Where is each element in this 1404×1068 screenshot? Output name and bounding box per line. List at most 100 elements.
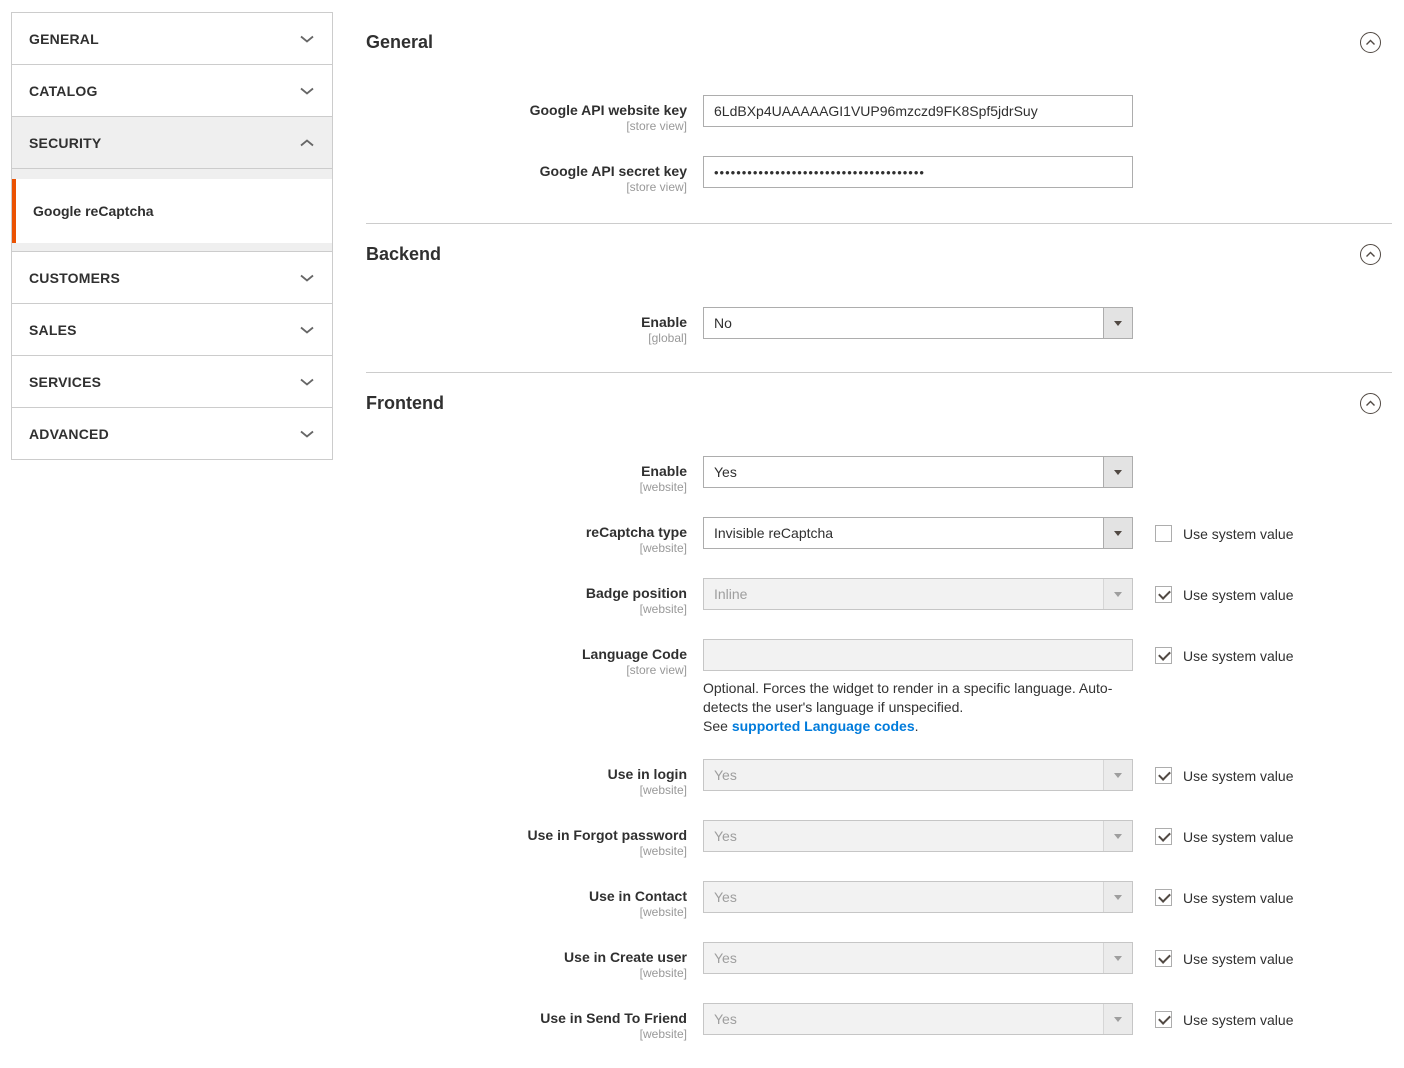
language-code-input xyxy=(703,639,1133,671)
field-label: Google API secret key xyxy=(539,163,687,179)
dropdown-arrow-icon xyxy=(1103,760,1132,790)
google-api-website-key-input[interactable] xyxy=(703,95,1133,127)
field-label: Use in login xyxy=(607,766,687,782)
field-row: Use in Forgot password [website] Yes Use… xyxy=(366,820,1392,858)
use-system-value-checkbox[interactable] xyxy=(1155,950,1172,967)
sidebar-section-label: CATALOG xyxy=(29,82,98,99)
field-scope: [website] xyxy=(639,1027,687,1041)
use-system-value-label: Use system value xyxy=(1183,647,1294,664)
sidebar-section-label: SECURITY xyxy=(29,134,102,151)
chevron-down-icon xyxy=(300,82,314,100)
section-backend: Backend Enable [global] No xyxy=(366,224,1392,373)
collapse-section-button[interactable] xyxy=(1360,31,1381,53)
field-scope: [store view] xyxy=(626,180,687,194)
field-row: Language Code [store view] Optional. For… xyxy=(366,639,1392,736)
field-label: Badge position xyxy=(585,585,687,601)
field-scope: [store view] xyxy=(626,119,687,133)
use-system-value-checkbox[interactable] xyxy=(1155,828,1172,845)
section-frontend: Frontend Enable [website] Yes reCaptcha … xyxy=(366,373,1392,1068)
sidebar-section-general[interactable]: GENERAL xyxy=(12,13,332,65)
use-system-value-label: Use system value xyxy=(1183,525,1294,542)
field-row: Badge position [website] Inline Use syst… xyxy=(366,578,1392,616)
backend-enable-select[interactable]: No xyxy=(703,307,1133,339)
dropdown-arrow-icon xyxy=(1103,579,1132,609)
sidebar-section-sales[interactable]: SALES xyxy=(12,304,332,356)
dropdown-arrow-icon xyxy=(1103,308,1132,338)
chevron-up-icon xyxy=(1365,33,1376,51)
use-in-login-select: Yes xyxy=(703,759,1133,791)
sidebar-item-google-recaptcha[interactable]: Google reCaptcha xyxy=(12,179,332,243)
section-title-general: General xyxy=(366,32,434,52)
use-system-value-label: Use system value xyxy=(1183,828,1294,845)
supported-language-codes-link[interactable]: supported Language codes xyxy=(732,718,915,734)
select-value: No xyxy=(714,315,732,331)
sidebar-section-label: GENERAL xyxy=(29,30,99,47)
sidebar-section-customers[interactable]: CUSTOMERS xyxy=(12,252,332,304)
sidebar-section-services[interactable]: SERVICES xyxy=(12,356,332,408)
use-system-value-checkbox[interactable] xyxy=(1155,767,1172,784)
google-api-secret-key-input[interactable] xyxy=(703,156,1133,188)
section-general: General Google API website key [store vi… xyxy=(366,0,1392,224)
field-row: Use in Create user [website] Yes Use sys… xyxy=(366,942,1392,980)
use-system-value-checkbox[interactable] xyxy=(1155,586,1172,603)
field-row: Enable [website] Yes xyxy=(366,456,1392,494)
use-system-value-checkbox[interactable] xyxy=(1155,525,1172,542)
field-label: Use in Create user xyxy=(564,949,687,965)
chevron-down-icon xyxy=(300,321,314,339)
chevron-down-icon xyxy=(300,269,314,287)
field-scope: [website] xyxy=(639,783,687,797)
field-label: Enable xyxy=(641,463,687,479)
security-subnav: Google reCaptcha xyxy=(12,169,332,252)
select-value: Yes xyxy=(714,1011,737,1027)
use-system-value-label: Use system value xyxy=(1183,950,1294,967)
field-row: Google API website key [store view] xyxy=(366,95,1392,133)
dropdown-arrow-icon xyxy=(1103,882,1132,912)
field-row: Use in login [website] Yes Use system va… xyxy=(366,759,1392,797)
chevron-down-icon xyxy=(300,425,314,443)
chevron-down-icon xyxy=(300,30,314,48)
chevron-down-icon xyxy=(300,373,314,391)
collapse-section-button[interactable] xyxy=(1360,243,1381,265)
sidebar-section-label: SERVICES xyxy=(29,373,102,390)
note-suffix: . xyxy=(914,718,919,734)
field-label: Google API website key xyxy=(529,102,687,118)
collapse-section-button[interactable] xyxy=(1360,392,1381,414)
dropdown-arrow-icon xyxy=(1103,457,1132,487)
field-label: Enable xyxy=(641,314,687,330)
chevron-up-icon xyxy=(1365,394,1376,412)
use-system-value-label: Use system value xyxy=(1183,889,1294,906)
config-nav-sidebar: GENERAL CATALOG SECURITY Google reCaptch… xyxy=(11,12,333,460)
field-label: reCaptcha type xyxy=(585,524,687,540)
field-label: Language Code xyxy=(581,646,687,662)
config-content: General Google API website key [store vi… xyxy=(366,0,1392,1068)
field-scope: [website] xyxy=(639,844,687,858)
note-prefix: See xyxy=(703,718,732,734)
frontend-enable-select[interactable]: Yes xyxy=(703,456,1133,488)
field-row: Google API secret key [store view] xyxy=(366,156,1392,194)
field-scope: [global] xyxy=(648,331,687,345)
use-system-value-checkbox[interactable] xyxy=(1155,889,1172,906)
select-value: Yes xyxy=(714,889,737,905)
sidebar-section-label: CUSTOMERS xyxy=(29,269,120,286)
use-system-value-checkbox[interactable] xyxy=(1155,647,1172,664)
sidebar-section-security[interactable]: SECURITY xyxy=(12,117,332,169)
use-in-contact-select: Yes xyxy=(703,881,1133,913)
recaptcha-type-select[interactable]: Invisible reCaptcha xyxy=(703,517,1133,549)
use-system-value-label: Use system value xyxy=(1183,586,1294,603)
use-system-value-label: Use system value xyxy=(1183,1011,1294,1028)
sidebar-section-advanced[interactable]: ADVANCED xyxy=(12,408,332,460)
use-system-value-label: Use system value xyxy=(1183,767,1294,784)
dropdown-arrow-icon xyxy=(1103,1004,1132,1034)
sidebar-section-catalog[interactable]: CATALOG xyxy=(12,65,332,117)
use-system-value-checkbox[interactable] xyxy=(1155,1011,1172,1028)
dropdown-arrow-icon xyxy=(1103,518,1132,548)
field-scope: [website] xyxy=(639,905,687,919)
dropdown-arrow-icon xyxy=(1103,821,1132,851)
field-row: Enable [global] No xyxy=(366,307,1392,345)
sidebar-section-label: ADVANCED xyxy=(29,425,109,442)
select-value: Inline xyxy=(714,586,748,602)
field-row: reCaptcha type [website] Invisible reCap… xyxy=(366,517,1392,555)
badge-position-select: Inline xyxy=(703,578,1133,610)
field-row: Use in Send To Friend [website] Yes Use … xyxy=(366,1003,1392,1041)
field-label: Use in Forgot password xyxy=(527,827,687,843)
